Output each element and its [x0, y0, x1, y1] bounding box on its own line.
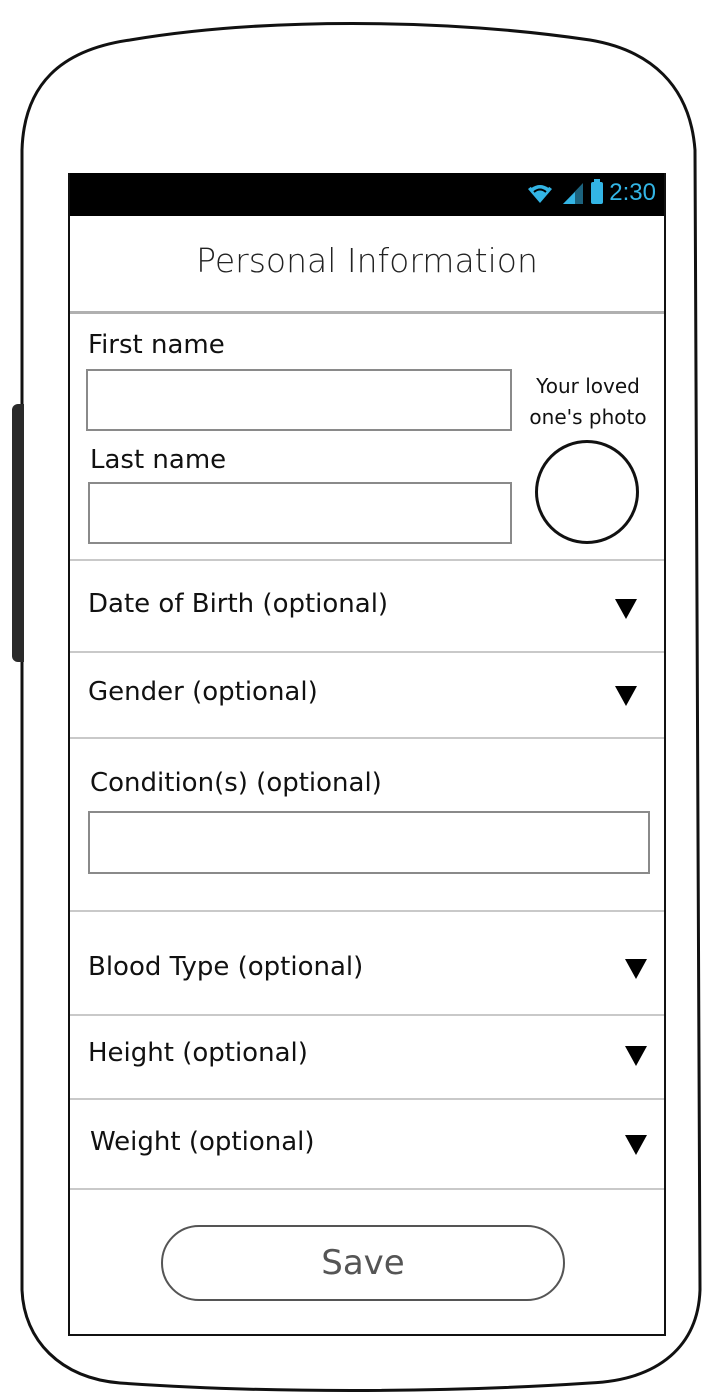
last-name-label: Last name [90, 445, 227, 475]
signal-icon [563, 183, 584, 204]
photo-caption: Your loved one's photo [520, 371, 656, 433]
date-of-birth-dropdown[interactable]: Date of Birth (optional) [70, 561, 664, 651]
date-of-birth-label: Date of Birth (optional) [88, 589, 389, 619]
weight-label: Weight (optional) [90, 1127, 315, 1157]
status-time: 2:30 [609, 179, 656, 206]
last-name-input[interactable] [88, 482, 512, 544]
first-name-label: First name [88, 330, 225, 360]
chevron-down-icon [625, 1046, 647, 1066]
divider [70, 1188, 664, 1190]
height-dropdown[interactable]: Height (optional) [70, 1016, 664, 1098]
photo-upload-circle[interactable] [535, 440, 639, 544]
photo-caption-line2: one's photo [529, 405, 647, 429]
first-name-input[interactable] [86, 369, 512, 431]
screen: 2:30 Personal Information First name Las… [68, 173, 666, 1336]
chevron-down-icon [615, 686, 637, 706]
status-icons: 2:30 [525, 179, 656, 207]
conditions-input[interactable] [88, 811, 650, 874]
chevron-down-icon [615, 599, 637, 619]
chevron-down-icon [625, 959, 647, 979]
battery-icon [591, 179, 604, 204]
blood-type-dropdown[interactable]: Blood Type (optional) [70, 912, 664, 1014]
title-divider [70, 311, 664, 314]
weight-dropdown[interactable]: Weight (optional) [70, 1100, 664, 1188]
conditions-label: Condition(s) (optional) [90, 768, 382, 798]
wifi-icon [528, 183, 553, 203]
photo-caption-line1: Your loved [536, 374, 640, 398]
divider [70, 737, 664, 739]
phone-side-button [12, 404, 24, 662]
page-title: Personal Information [196, 241, 538, 280]
gender-dropdown[interactable]: Gender (optional) [70, 653, 664, 737]
blood-type-label: Blood Type (optional) [88, 952, 364, 982]
save-button[interactable]: Save [161, 1225, 565, 1301]
gender-label: Gender (optional) [88, 677, 318, 707]
status-bar: 2:30 [70, 173, 664, 216]
height-label: Height (optional) [88, 1038, 308, 1068]
chevron-down-icon [625, 1135, 647, 1155]
